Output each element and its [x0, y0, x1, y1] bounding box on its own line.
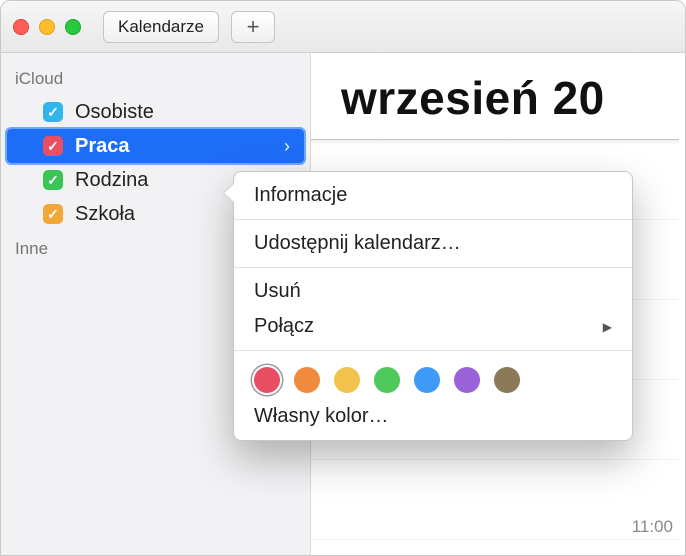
color-swatch[interactable] [254, 367, 280, 393]
color-swatch[interactable] [414, 367, 440, 393]
color-swatch[interactable] [294, 367, 320, 393]
sidebar-section-icloud: iCloud [1, 61, 310, 95]
color-swatch[interactable] [374, 367, 400, 393]
color-swatch[interactable] [494, 367, 520, 393]
calendar-label: Rodzina [75, 169, 148, 192]
calendar-checkbox[interactable]: ✓ [43, 204, 63, 224]
close-icon[interactable] [13, 19, 29, 35]
plus-icon: + [247, 14, 260, 40]
menu-separator [234, 267, 632, 268]
time-gridline-label: 11:00 [632, 517, 673, 537]
zoom-icon[interactable] [65, 19, 81, 35]
calendars-toggle-button[interactable]: Kalendarze [103, 11, 219, 43]
calendar-checkbox[interactable]: ✓ [43, 170, 63, 190]
color-swatch[interactable] [334, 367, 360, 393]
calendar-checkbox[interactable]: ✓ [43, 136, 63, 156]
menu-item-merge[interactable]: Połącz [234, 309, 632, 344]
month-title: wrzesień 20 [341, 71, 605, 125]
calendar-label: Praca [75, 135, 130, 158]
menu-item-share[interactable]: Udostępnij kalendarz… [234, 226, 632, 261]
menu-separator [234, 219, 632, 220]
minimize-icon[interactable] [39, 19, 55, 35]
color-swatch[interactable] [454, 367, 480, 393]
chevron-right-icon: › [284, 136, 290, 157]
calendar-context-menu: Informacje Udostępnij kalendarz… Usuń Po… [233, 171, 633, 441]
titlebar: Kalendarze + [1, 1, 685, 53]
calendar-item-praca[interactable]: ✓ Praca › [7, 129, 304, 163]
add-event-button[interactable]: + [231, 11, 275, 43]
window-controls [13, 19, 81, 35]
menu-item-custom-color[interactable]: Własny kolor… [234, 399, 632, 434]
calendar-label: Szkoła [75, 203, 135, 226]
menu-separator [234, 350, 632, 351]
calendar-label: Osobiste [75, 101, 154, 124]
menu-item-delete[interactable]: Usuń [234, 274, 632, 309]
popover-arrow-icon [224, 184, 234, 202]
menu-item-info[interactable]: Informacje [234, 178, 632, 213]
grid-shadow [311, 139, 679, 145]
calendars-toggle-label: Kalendarze [118, 17, 204, 37]
app-window: Kalendarze + iCloud ✓ Osobiste ✓ Praca ›… [0, 0, 686, 556]
calendar-item-osobiste[interactable]: ✓ Osobiste [1, 95, 310, 129]
color-swatch-row [234, 357, 632, 399]
calendar-checkbox[interactable]: ✓ [43, 102, 63, 122]
